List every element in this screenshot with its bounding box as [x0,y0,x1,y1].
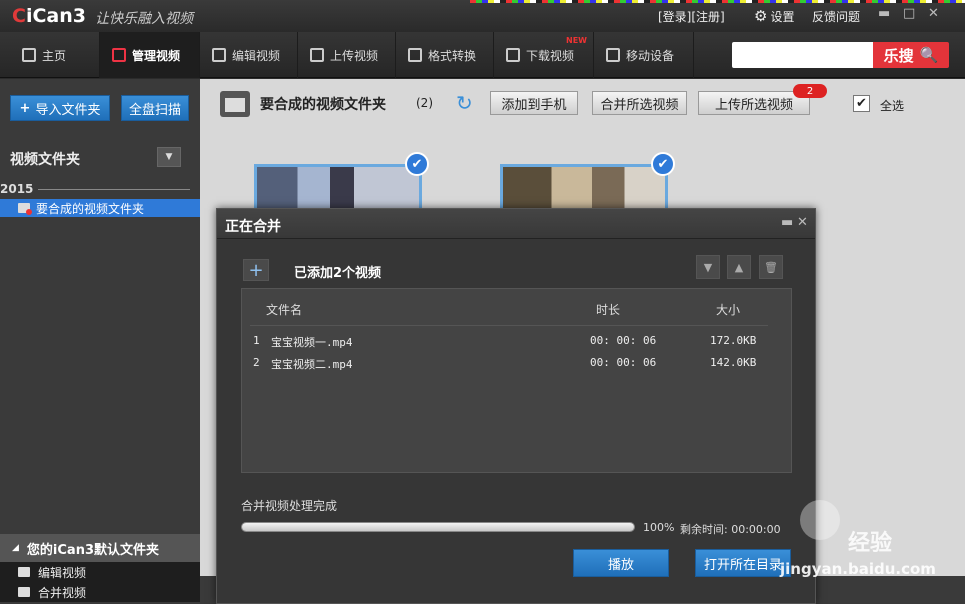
home-icon [22,48,36,62]
remaining-time: 剩余时间: 00:00:00 [680,523,781,536]
add-to-phone-button[interactable]: 添加到手机 [490,91,578,115]
dialog-title: 正在合并 [225,219,281,235]
search-button[interactable]: 乐搜 🔍 [873,42,949,68]
settings-button[interactable]: ⚙ 设置 [754,7,794,25]
added-count-label: 已添加2个视频 [294,266,382,281]
app-logo: CiCan3 [12,5,86,27]
folder-icon [18,587,30,597]
scan-all-button[interactable]: 全盘扫描 [121,95,189,121]
divider [250,325,768,326]
merge-progress-bar [241,522,635,532]
gear-icon: ⚙ [754,7,768,25]
minimize-icon[interactable]: ▬ [878,6,890,21]
new-badge: NEW [566,36,587,45]
check-icon[interactable]: ✔ [651,152,675,176]
nav-upload-video[interactable]: 上传视频 [298,32,396,78]
close-icon[interactable]: ✕ [797,215,808,230]
select-all-label: 全选 [880,99,905,113]
login-register-link[interactable]: [登录][注册] [658,8,725,25]
table-row[interactable]: 1 宝宝视频一.mp4 00: 00: 06 172.0KB [242,330,791,352]
video-thumbnail[interactable] [500,164,668,212]
sidebar-item-merge-folder[interactable]: 要合成的视频文件夹 [0,199,200,217]
folder-icon [18,203,32,215]
upload-count-badge: 2 [793,84,827,98]
nav-manage-video[interactable]: 管理视频 [100,32,200,78]
feedback-link[interactable]: 反馈问题 [812,8,860,25]
download-icon [506,48,520,62]
nav-mobile-device[interactable]: 移动设备 [594,32,694,78]
upload-icon [310,48,324,62]
select-all-checkbox[interactable]: ✔ [853,95,870,112]
add-video-button[interactable]: + [243,259,269,281]
divider [38,189,190,190]
nav-download-video[interactable]: 下载视频 NEW [494,32,594,78]
nav-edit-video[interactable]: 编辑视频 [200,32,298,78]
watermark-text: 经验 [848,531,893,556]
video-count: (2) [416,96,433,110]
watermark-url: jingyan.baidu.com [780,560,936,578]
column-header-filename: 文件名 [266,303,303,317]
year-label: 2015 [0,182,34,196]
dialog-header: 正在合并 ▬ ✕ [217,209,815,239]
merge-dialog: 正在合并 ▬ ✕ + 已添加2个视频 ▼ ▲ 🗑 文件名 时长 大小 1 宝宝视… [216,208,816,604]
sidebar-item-merge-video[interactable]: 合并视频 [0,582,200,602]
merge-status-label: 合并视频处理完成 [241,499,338,513]
trash-icon[interactable]: 🗑 [759,255,783,279]
folder-icon [220,91,250,117]
close-icon[interactable]: ✕ [928,6,939,21]
column-header-duration: 时长 [596,303,621,317]
column-header-size: 大小 [716,303,741,317]
edit-video-icon [212,48,226,62]
page-title: 要合成的视频文件夹 [260,97,386,113]
plus-icon: + [19,100,31,116]
progress-percent: 100% [643,521,675,534]
play-button[interactable]: 播放 [573,549,669,577]
nav-home[interactable]: 主页 [10,32,100,78]
sidebar: + 导入文件夹 全盘扫描 视频文件夹 ▼ 2015 要合成的视频文件夹 ◢ 您的iC… [0,79,200,604]
default-folder-header[interactable]: ◢ 您的iCan3默认文件夹 [0,534,200,562]
open-directory-button[interactable]: 打开所在目录 [695,549,791,577]
merge-selected-button[interactable]: 合并所选视频 [592,91,687,115]
folder-icon [18,567,30,577]
video-thumbnail[interactable] [254,164,422,212]
nav-format-convert[interactable]: 格式转换 [396,32,494,78]
move-up-icon[interactable]: ▲ [727,255,751,279]
refresh-icon[interactable]: ↻ [456,91,473,115]
import-folder-button[interactable]: + 导入文件夹 [10,95,110,121]
triangle-down-icon: ◢ [12,543,19,553]
title-bar: CiCan3 让快乐融入视频 [登录][注册] ⚙ 设置 反馈问题 ▬ □ ✕ [0,0,965,32]
search-input[interactable] [732,42,874,68]
sidebar-item-edit-video[interactable]: 编辑视频 [0,562,200,582]
chevron-down-icon[interactable]: ▼ [157,147,181,167]
search-icon: 🔍 [919,46,939,64]
maximize-icon[interactable]: □ [903,6,915,21]
minimize-icon[interactable]: ▬ [781,215,793,230]
app-slogan: 让快乐融入视频 [95,11,193,27]
check-icon[interactable]: ✔ [405,152,429,176]
move-down-icon[interactable]: ▼ [696,255,720,279]
video-list-table: 文件名 时长 大小 1 宝宝视频一.mp4 00: 00: 06 172.0KB… [241,288,792,473]
main-nav: 主页 管理视频 编辑视频 上传视频 格式转换 下载视频 NEW 移动设备 乐搜 🔍 [0,32,965,78]
table-row[interactable]: 2 宝宝视频二.mp4 00: 00: 06 142.0KB [242,352,791,374]
convert-icon [408,48,422,62]
baidu-paw-icon [800,500,840,540]
sidebar-title: 视频文件夹 [10,152,80,168]
manage-video-icon [112,48,126,62]
color-stripe [470,0,965,3]
mobile-icon [606,48,620,62]
